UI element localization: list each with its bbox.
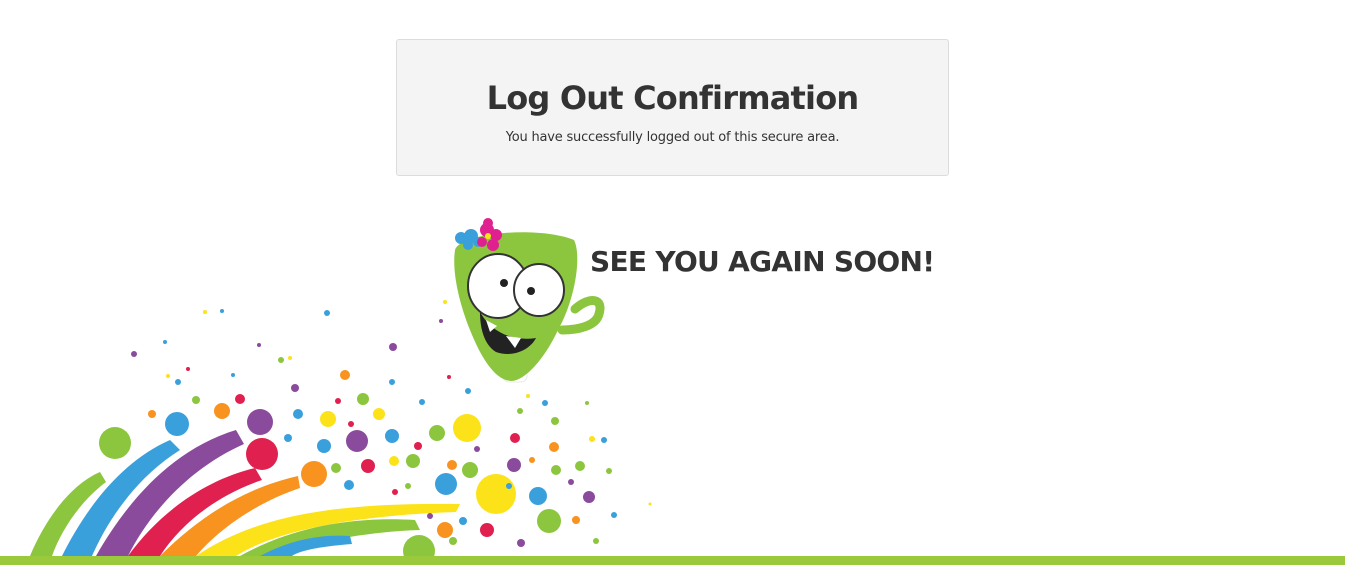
rainbow-paint-splash-icon — [30, 218, 652, 565]
bottom-accent-bar — [0, 556, 1345, 565]
green-monster-mascot-icon — [454, 218, 605, 383]
farewell-heading: SEE YOU AGAIN SOON! — [590, 245, 935, 278]
